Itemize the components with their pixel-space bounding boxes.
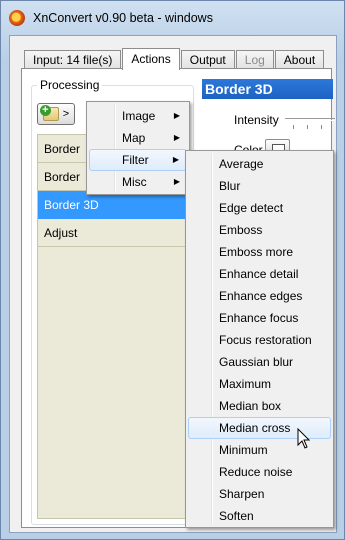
action-item-adjust[interactable]: Adjust xyxy=(38,219,188,247)
filter-item-emboss[interactable]: Emboss xyxy=(186,219,333,241)
tab-bar: Input: 14 file(s) Actions Output Log Abo… xyxy=(24,47,325,70)
menu-item-image[interactable]: Image ▶ xyxy=(87,105,189,127)
add-action-caret: > xyxy=(62,108,70,120)
menu-item-label: Image xyxy=(122,109,156,123)
submenu-arrow-icon: ▶ xyxy=(173,177,180,186)
intensity-slider[interactable] xyxy=(285,118,335,121)
menu-item-misc[interactable]: Misc ▶ xyxy=(87,171,189,193)
add-action-icon xyxy=(39,105,59,121)
filter-item-gaussian-blur[interactable]: Gaussian blur xyxy=(186,351,333,373)
add-action-button[interactable]: > xyxy=(37,103,75,125)
filter-item-average[interactable]: Average xyxy=(186,153,333,175)
tab-about[interactable]: About xyxy=(274,50,325,69)
submenu-arrow-icon: ▶ xyxy=(173,111,180,120)
intensity-label: Intensity xyxy=(234,113,279,127)
action-item-border-3d[interactable]: Border 3D xyxy=(38,191,188,219)
submenu-arrow-icon: ▶ xyxy=(173,133,180,142)
filter-item-enhance-edges[interactable]: Enhance edges xyxy=(186,285,333,307)
submenu-arrow-icon: ▶ xyxy=(172,155,179,164)
tab-actions[interactable]: Actions xyxy=(122,48,180,70)
filter-item-sharpen[interactable]: Sharpen xyxy=(186,483,333,505)
tab-log[interactable]: Log xyxy=(235,50,274,69)
app-logo-icon[interactable] xyxy=(9,10,25,26)
menu-item-label: Misc xyxy=(122,175,147,189)
filter-item-reduce-noise[interactable]: Reduce noise xyxy=(186,461,333,483)
filter-item-blur[interactable]: Blur xyxy=(186,175,333,197)
filter-item-enhance-focus[interactable]: Enhance focus xyxy=(186,307,333,329)
add-action-menu: Image ▶ Map ▶ Filter ▶ Misc ▶ xyxy=(86,101,190,195)
slider-tick xyxy=(307,125,308,129)
filter-item-edge-detect[interactable]: Edge detect xyxy=(186,197,333,219)
filter-item-median-box[interactable]: Median box xyxy=(186,395,333,417)
tab-output[interactable]: Output xyxy=(180,50,235,69)
filter-item-focus-restoration[interactable]: Focus restoration xyxy=(186,329,333,351)
filter-item-enhance-detail[interactable]: Enhance detail xyxy=(186,263,333,285)
slider-tick xyxy=(293,125,294,129)
settings-header: Border 3D xyxy=(202,79,333,99)
menu-item-filter[interactable]: Filter ▶ xyxy=(89,149,187,171)
slider-tick xyxy=(321,125,322,129)
processing-group-label: Processing xyxy=(37,78,103,92)
title-bar[interactable]: XnConvert v0.90 beta - windows xyxy=(1,1,344,35)
filter-submenu: Average Blur Edge detect Emboss Emboss m… xyxy=(185,150,334,528)
tab-input[interactable]: Input: 14 file(s) xyxy=(24,50,122,69)
filter-item-soften[interactable]: Soften xyxy=(186,505,333,527)
menu-item-label: Filter xyxy=(122,153,149,167)
window-title: XnConvert v0.90 beta - windows xyxy=(33,11,213,25)
menu-item-map[interactable]: Map ▶ xyxy=(87,127,189,149)
filter-item-maximum[interactable]: Maximum xyxy=(186,373,333,395)
filter-item-emboss-more[interactable]: Emboss more xyxy=(186,241,333,263)
mouse-cursor-icon xyxy=(297,428,311,449)
menu-item-label: Map xyxy=(122,131,146,145)
